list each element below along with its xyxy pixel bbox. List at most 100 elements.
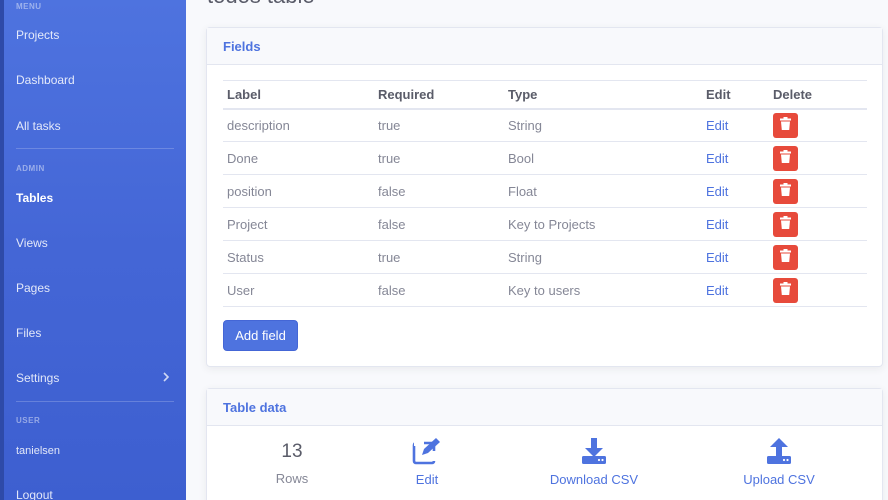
- column-header-required: Required: [374, 80, 504, 110]
- field-required: false: [374, 273, 504, 307]
- table-row: Done true Bool Edit: [223, 141, 867, 175]
- rows-count-block: 13 Rows: [269, 441, 315, 486]
- sidebar-item-label: Projects: [16, 28, 60, 42]
- column-header-delete: Delete: [769, 80, 867, 110]
- trash-icon: [780, 183, 791, 199]
- field-edit-link[interactable]: Edit: [702, 108, 769, 142]
- sidebar-item-user[interactable]: tanielsen: [16, 445, 174, 457]
- field-label: User: [223, 273, 374, 307]
- field-type: String: [504, 240, 702, 274]
- delete-field-button[interactable]: [773, 145, 798, 171]
- fields-card: Fields Label Required Type Edit Delete d…: [206, 27, 883, 367]
- table-row: User false Key to users Edit: [223, 273, 867, 307]
- field-edit-link[interactable]: Edit: [702, 174, 769, 208]
- edit-data-label: Edit: [415, 472, 439, 487]
- sidebar-item-all-tasks[interactable]: All tasks: [16, 119, 174, 133]
- field-required: true: [374, 108, 504, 142]
- table-data-card-title: Table data: [207, 389, 882, 426]
- delete-field-button[interactable]: [773, 211, 798, 237]
- field-required: false: [374, 174, 504, 208]
- sidebar-item-label: All tasks: [16, 119, 61, 133]
- sidebar-item-files[interactable]: Files: [16, 326, 174, 340]
- table-row: position false Float Edit: [223, 174, 867, 208]
- trash-icon: [780, 150, 791, 166]
- field-required: true: [374, 141, 504, 175]
- sidebar-heading-user: USER: [16, 416, 41, 425]
- sidebar-item-label: Logout: [16, 488, 53, 500]
- download-csv-button[interactable]: Download CSV: [539, 437, 649, 487]
- field-label: Project: [223, 207, 374, 241]
- delete-field-button[interactable]: [773, 244, 798, 270]
- sidebar: MENU Projects Dashboard All tasks ADMIN …: [0, 0, 186, 500]
- column-header-label: Label: [223, 80, 374, 110]
- table-data-card: Table data 13 Rows Edit Download CSV Upl…: [206, 388, 883, 500]
- sidebar-item-pages[interactable]: Pages: [16, 281, 174, 295]
- field-delete-cell: [769, 141, 867, 175]
- download-icon: [539, 437, 649, 470]
- sidebar-divider: [16, 148, 174, 149]
- field-delete-cell: [769, 174, 867, 208]
- add-field-button[interactable]: Add field: [223, 320, 298, 351]
- fields-card-title: Fields: [207, 28, 882, 65]
- trash-icon: [780, 216, 791, 232]
- field-edit-link[interactable]: Edit: [702, 141, 769, 175]
- sidebar-divider: [16, 401, 174, 402]
- upload-csv-label: Upload CSV: [743, 472, 815, 487]
- table-row: description true String Edit: [223, 108, 867, 142]
- fields-table: Label Required Type Edit Delete descript…: [223, 80, 867, 307]
- sidebar-item-label: Files: [16, 326, 42, 340]
- field-required: true: [374, 240, 504, 274]
- field-label: Status: [223, 240, 374, 274]
- sidebar-item-label: Pages: [16, 281, 51, 295]
- sidebar-item-label: Tables: [16, 191, 54, 205]
- field-type: String: [504, 108, 702, 142]
- sidebar-item-label: Views: [16, 236, 48, 250]
- field-label: Done: [223, 141, 374, 175]
- sidebar-heading-admin: ADMIN: [16, 164, 45, 173]
- field-type: Float: [504, 174, 702, 208]
- field-edit-link[interactable]: Edit: [702, 240, 769, 274]
- column-header-edit: Edit: [702, 80, 769, 110]
- sidebar-item-projects[interactable]: Projects: [16, 28, 174, 42]
- sidebar-item-label: tanielsen: [16, 445, 61, 457]
- sidebar-item-settings[interactable]: Settings: [16, 371, 174, 385]
- trash-icon: [780, 117, 791, 133]
- upload-icon: [734, 437, 824, 470]
- delete-field-button[interactable]: [773, 277, 798, 303]
- upload-csv-button[interactable]: Upload CSV: [734, 437, 824, 487]
- field-delete-cell: [769, 273, 867, 307]
- field-delete-cell: [769, 240, 867, 274]
- chevron-right-icon: [162, 371, 170, 385]
- delete-field-button[interactable]: [773, 178, 798, 204]
- field-label: description: [223, 108, 374, 142]
- field-delete-cell: [769, 108, 867, 142]
- sidebar-item-views[interactable]: Views: [16, 236, 174, 250]
- edit-data-button[interactable]: Edit: [395, 437, 459, 487]
- field-type: Bool: [504, 141, 702, 175]
- rows-label: Rows: [275, 471, 309, 486]
- download-csv-label: Download CSV: [549, 472, 639, 487]
- page-title: todos table: [207, 0, 315, 9]
- sidebar-item-logout[interactable]: Logout: [16, 488, 174, 500]
- sidebar-edge: [0, 0, 4, 500]
- field-edit-link[interactable]: Edit: [702, 207, 769, 241]
- edit-icon: [395, 437, 459, 470]
- field-delete-cell: [769, 207, 867, 241]
- table-row: Status true String Edit: [223, 240, 867, 274]
- table-row: Project false Key to Projects Edit: [223, 207, 867, 241]
- trash-icon: [780, 282, 791, 298]
- sidebar-item-label: Settings: [16, 371, 60, 385]
- column-header-type: Type: [504, 80, 702, 110]
- sidebar-item-dashboard[interactable]: Dashboard: [16, 73, 174, 87]
- delete-field-button[interactable]: [773, 112, 798, 138]
- field-required: false: [374, 207, 504, 241]
- field-type: Key to users: [504, 273, 702, 307]
- field-edit-link[interactable]: Edit: [702, 273, 769, 307]
- sidebar-item-tables[interactable]: Tables: [16, 191, 174, 205]
- field-label: position: [223, 174, 374, 208]
- sidebar-item-label: Dashboard: [16, 73, 75, 87]
- field-type: Key to Projects: [504, 207, 702, 241]
- sidebar-heading-menu: MENU: [16, 2, 42, 11]
- table-header-row: Label Required Type Edit Delete: [223, 80, 867, 110]
- trash-icon: [780, 249, 791, 265]
